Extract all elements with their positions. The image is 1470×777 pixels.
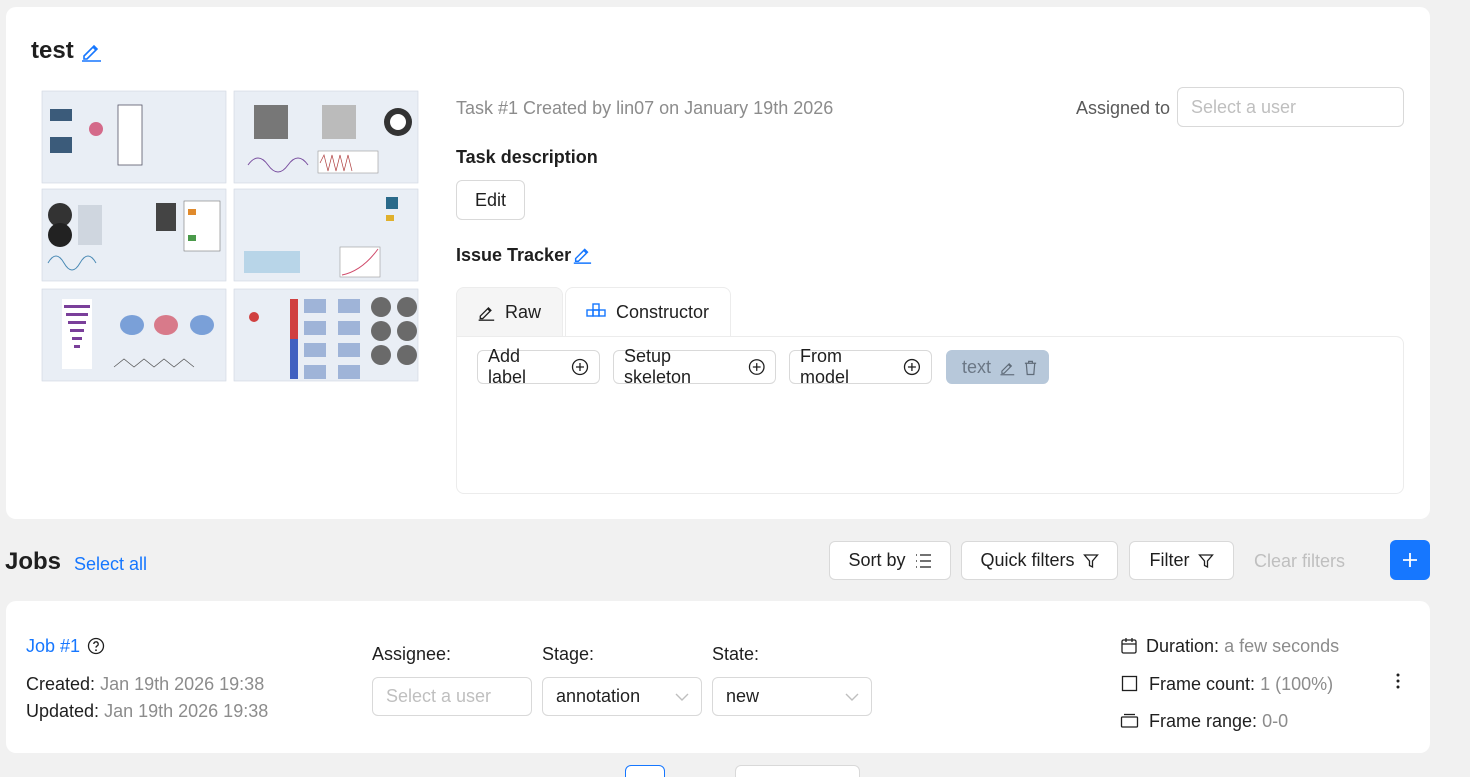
label-chip-text[interactable]: text <box>946 350 1049 384</box>
edit-title-icon[interactable] <box>80 40 102 62</box>
stage-label: Stage: <box>542 644 595 664</box>
frame-count-icon <box>1121 675 1138 692</box>
job-link[interactable]: Job #1 <box>26 636 80 657</box>
duration-label: Duration: <box>1146 636 1220 656</box>
plus-circle-icon <box>903 358 921 376</box>
page-size-select[interactable] <box>735 765 860 777</box>
tab-constructor[interactable]: Constructor <box>565 287 731 337</box>
pencil-icon <box>478 306 495 321</box>
filter-icon <box>1197 553 1214 568</box>
chevron-down-icon <box>675 693 689 701</box>
from-model-button[interactable]: From model <box>789 346 932 387</box>
frame-count-value: 1 (100%) <box>1260 674 1334 694</box>
frame-range-label: Frame range: <box>1149 711 1258 731</box>
job-stage-select[interactable]: annotation <box>542 677 702 716</box>
plus-icon <box>1403 553 1417 567</box>
add-job-button[interactable] <box>1390 540 1430 580</box>
edit-issue-tracker-icon[interactable] <box>572 244 592 264</box>
help-icon[interactable] <box>87 637 105 655</box>
task-meta: Task #1 Created by lin07 on January 19th… <box>456 98 834 118</box>
tab-constructor-label: Constructor <box>616 301 710 322</box>
label-chip-name: text <box>962 356 992 377</box>
stage-value: annotation <box>556 686 641 706</box>
job-updated: Updated: Jan 19th 2026 19:38 <box>26 701 268 722</box>
sort-list-icon <box>915 553 931 568</box>
quick-filters-label: Quick filters <box>980 550 1075 570</box>
frame-range-value: 0-0 <box>1262 711 1289 731</box>
task-preview-image <box>38 85 422 385</box>
job-frame-count: Frame count: 1 (100%) <box>1149 674 1333 695</box>
from-model-text: From model <box>800 346 850 387</box>
clear-filters-button[interactable]: Clear filters <box>1254 551 1345 572</box>
job-state-select[interactable]: new <box>712 677 872 716</box>
filter-icon <box>1082 553 1099 568</box>
setup-skeleton-button[interactable]: Setup skeleton <box>613 346 776 387</box>
state-value: new <box>726 686 760 706</box>
created-value: Jan 19th 2026 19:38 <box>100 674 265 694</box>
assigned-to-label: Assigned to <box>1076 98 1171 118</box>
jobs-title: Jobs <box>5 548 62 575</box>
updated-value: Jan 19th 2026 19:38 <box>104 701 269 721</box>
issue-tracker-label: Issue Tracker <box>456 245 572 265</box>
created-label: Created: <box>26 674 96 694</box>
task-assignee-select[interactable]: Select a user <box>1177 87 1404 127</box>
add-label-button[interactable]: Add label <box>477 346 600 387</box>
chevron-down-icon <box>845 693 859 701</box>
calendar-icon <box>1121 638 1137 654</box>
add-label-text: Add label <box>488 346 527 387</box>
edit-label-icon[interactable] <box>999 359 1015 376</box>
constructor-icon <box>586 303 606 317</box>
delete-label-icon[interactable] <box>1023 359 1038 376</box>
assignee-label: Assignee: <box>372 644 452 664</box>
select-all-link[interactable]: Select all <box>74 554 147 575</box>
tab-raw[interactable]: Raw <box>456 287 563 337</box>
setup-skeleton-text: Setup skeleton <box>624 346 692 387</box>
pagination-current-page[interactable] <box>625 765 665 777</box>
job-created: Created: Jan 19th 2026 19:38 <box>26 674 264 695</box>
edit-description-button[interactable]: Edit <box>456 180 525 220</box>
plus-circle-icon <box>748 359 765 375</box>
duration-value: a few seconds <box>1224 636 1340 656</box>
filter-label: Filter <box>1149 550 1190 570</box>
sort-by-label: Sort by <box>848 550 906 570</box>
tab-raw-label: Raw <box>505 301 542 322</box>
plus-circle-icon <box>571 358 589 376</box>
quick-filters-button[interactable]: Quick filters <box>961 541 1118 580</box>
job-duration: Duration: a few seconds <box>1146 636 1339 657</box>
task-description-label: Task description <box>456 147 598 167</box>
state-label: State: <box>712 644 760 664</box>
frame-range-icon <box>1120 713 1139 728</box>
job-frame-range: Frame range: 0-0 <box>1149 711 1288 732</box>
frame-count-label: Frame count: <box>1149 674 1256 694</box>
sort-by-button[interactable]: Sort by <box>829 541 951 580</box>
filter-button[interactable]: Filter <box>1129 541 1234 580</box>
more-options-icon[interactable] <box>1390 672 1406 690</box>
task-title: test <box>31 37 74 64</box>
updated-label: Updated: <box>26 701 100 721</box>
job-assignee-select[interactable]: Select a user <box>372 677 532 716</box>
